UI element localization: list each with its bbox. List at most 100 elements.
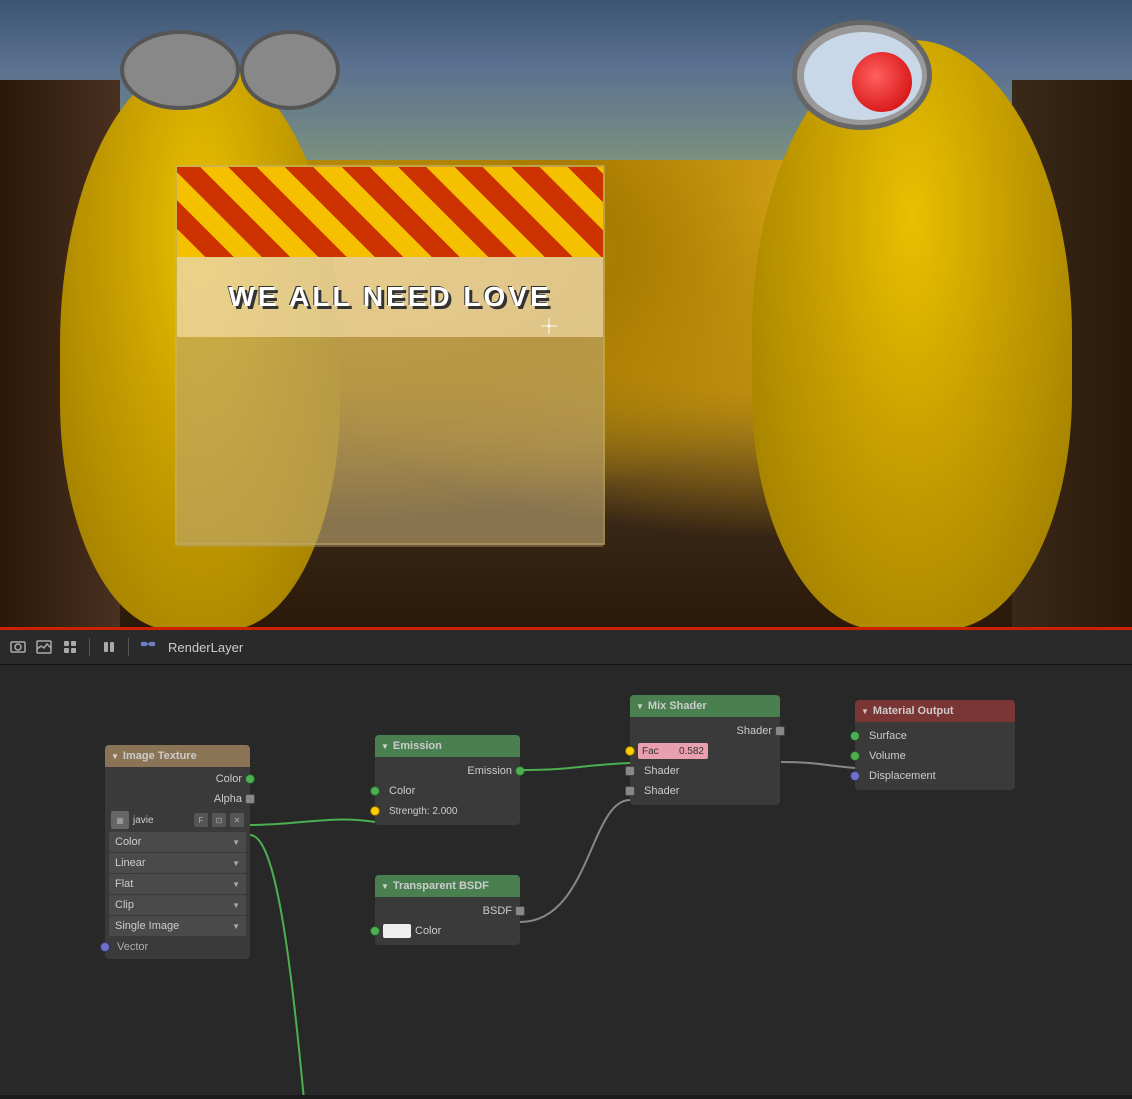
socket-mix-fac-in[interactable] bbox=[625, 746, 635, 756]
mix-fac-input: Fac 0.582 bbox=[630, 741, 780, 761]
interpolation-label: Linear bbox=[115, 857, 146, 869]
toolbar: RenderLayer bbox=[0, 630, 1132, 665]
projection-dropdown[interactable]: Flat ▼ bbox=[109, 874, 246, 894]
projection-label: Flat bbox=[115, 878, 133, 890]
slot-icon[interactable] bbox=[60, 637, 80, 657]
node-mix-shader-body: Shader Fac 0.582 Shader Shader bbox=[630, 717, 780, 805]
mix-shader1-input: Shader bbox=[630, 761, 780, 781]
sign-bottom bbox=[177, 337, 603, 547]
color-swatch-transparent[interactable] bbox=[383, 924, 411, 938]
socket-color-out[interactable] bbox=[245, 774, 255, 784]
socket-mix-shader-out[interactable] bbox=[775, 726, 785, 736]
fake-button-x[interactable]: ✕ bbox=[230, 813, 244, 827]
sign-top-stripes bbox=[177, 167, 603, 257]
color-space-dropdown[interactable]: Color ▼ bbox=[109, 832, 246, 852]
displacement-label: Displacement bbox=[863, 770, 936, 782]
emission-output: Emission bbox=[375, 761, 520, 781]
node-material-output-body: Surface Volume Displacement bbox=[855, 722, 1015, 790]
socket-transparent-color-in[interactable] bbox=[370, 926, 380, 936]
node-transparent-bsdf-body: BSDF Color bbox=[375, 897, 520, 945]
filename-label: javie bbox=[133, 815, 190, 826]
camera-render-icon[interactable] bbox=[8, 637, 28, 657]
sign-main-text: WE ALL NEED LOVE bbox=[228, 281, 551, 313]
node-emission-body: Emission Color Strength: 2.000 bbox=[375, 757, 520, 825]
socket-vector-in[interactable] bbox=[100, 942, 110, 952]
node-render-icon[interactable] bbox=[138, 637, 158, 657]
node-mix-shader-header: ▼ Mix Shader bbox=[630, 695, 780, 717]
toolbar-divider-1 bbox=[89, 638, 90, 656]
mix-shader-output: Shader bbox=[630, 721, 780, 741]
dropdown-arrow-proj: ▼ bbox=[232, 880, 240, 889]
left-goggle-left bbox=[120, 30, 240, 110]
collapse-arrow-mix[interactable]: ▼ bbox=[636, 702, 644, 711]
fac-label: Fac bbox=[642, 746, 659, 757]
crosshair bbox=[541, 318, 557, 334]
right-eye-red bbox=[852, 52, 912, 112]
node-material-output[interactable]: ▼ Material Output Surface Volume Displac… bbox=[855, 700, 1015, 790]
emission-color-label: Color bbox=[383, 785, 415, 797]
node-emission-title: Emission bbox=[393, 740, 442, 752]
socket-bsdf-out[interactable] bbox=[515, 906, 525, 916]
interpolation-dropdown[interactable]: Linear ▼ bbox=[109, 853, 246, 873]
bsdf-output-label: BSDF bbox=[483, 905, 512, 917]
socket-mix-shader2-in[interactable] bbox=[625, 786, 635, 796]
node-transparent-bsdf[interactable]: ▼ Transparent BSDF BSDF Color bbox=[375, 875, 520, 945]
collapse-arrow-transparent[interactable]: ▼ bbox=[381, 882, 389, 891]
node-material-output-header: ▼ Material Output bbox=[855, 700, 1015, 722]
extension-label: Clip bbox=[115, 899, 134, 911]
socket-emission-out[interactable] bbox=[515, 766, 525, 776]
right-minion-body bbox=[752, 40, 1072, 630]
node-transparent-bsdf-title: Transparent BSDF bbox=[393, 880, 489, 892]
socket-volume-in[interactable] bbox=[850, 751, 860, 761]
node-emission[interactable]: ▼ Emission Emission Color Strength: 2.00… bbox=[375, 735, 520, 825]
emission-output-label: Emission bbox=[467, 765, 512, 777]
node-mix-shader-title: Mix Shader bbox=[648, 700, 707, 712]
render-bottom-border bbox=[0, 627, 1132, 630]
crosshair-dot bbox=[548, 325, 551, 328]
extension-dropdown[interactable]: Clip ▼ bbox=[109, 895, 246, 915]
dropdown-arrow-ext: ▼ bbox=[232, 901, 240, 910]
socket-emission-strength-in[interactable] bbox=[370, 806, 380, 816]
emission-strength-label: Strength: 2.000 bbox=[383, 806, 457, 817]
node-editor[interactable]: ▼ Image Texture Color Alpha ▦ javie F ⊡ … bbox=[0, 665, 1132, 1095]
transparent-color-label: Color bbox=[415, 925, 441, 937]
socket-alpha-out[interactable] bbox=[245, 794, 255, 804]
mix-shader2-input: Shader bbox=[630, 781, 780, 801]
alpha-output-label: Alpha bbox=[214, 793, 242, 805]
node-material-output-title: Material Output bbox=[873, 705, 954, 717]
collapse-arrow-material[interactable]: ▼ bbox=[861, 707, 869, 716]
left-goggle-right bbox=[240, 30, 340, 110]
sign-text-area: WE ALL NEED LOVE bbox=[177, 257, 603, 337]
image-texture-alpha-output: Alpha bbox=[105, 789, 250, 809]
displacement-input: Displacement bbox=[855, 766, 1015, 786]
socket-surface-in[interactable] bbox=[850, 731, 860, 741]
socket-displacement-in[interactable] bbox=[850, 771, 860, 781]
socket-mix-shader1-in[interactable] bbox=[625, 766, 635, 776]
vector-input-row: Vector bbox=[105, 937, 250, 957]
image-view-icon[interactable] bbox=[34, 637, 54, 657]
node-image-texture[interactable]: ▼ Image Texture Color Alpha ▦ javie F ⊡ … bbox=[105, 745, 250, 959]
mix-shader1-label: Shader bbox=[638, 765, 679, 777]
mix-shader-output-label: Shader bbox=[737, 725, 772, 737]
emission-strength-input: Strength: 2.000 bbox=[375, 801, 520, 821]
image-thumbnail: ▦ bbox=[111, 811, 129, 829]
render-viewport: WE ALL NEED LOVE bbox=[0, 0, 1132, 630]
pause-icon[interactable] bbox=[99, 637, 119, 657]
color-output-label: Color bbox=[216, 773, 242, 785]
surface-label: Surface bbox=[863, 730, 907, 742]
render-layer-label: RenderLayer bbox=[168, 640, 243, 655]
sign-container: WE ALL NEED LOVE bbox=[175, 165, 605, 545]
fake-button-f[interactable]: F bbox=[194, 813, 208, 827]
node-image-texture-body: Color Alpha ▦ javie F ⊡ ✕ Color ▼ bbox=[105, 767, 250, 959]
collapse-arrow-emission[interactable]: ▼ bbox=[381, 742, 389, 751]
collapse-arrow-image-texture[interactable]: ▼ bbox=[111, 752, 119, 761]
fac-value-field[interactable]: Fac 0.582 bbox=[638, 743, 708, 759]
image-file-row: ▦ javie F ⊡ ✕ bbox=[105, 809, 250, 831]
node-mix-shader[interactable]: ▼ Mix Shader Shader Fac 0.582 Shader bbox=[630, 695, 780, 805]
dropdown-arrow-interp: ▼ bbox=[232, 859, 240, 868]
source-label: Single Image bbox=[115, 920, 179, 932]
fake-button-img[interactable]: ⊡ bbox=[212, 813, 226, 827]
source-dropdown[interactable]: Single Image ▼ bbox=[109, 916, 246, 936]
socket-emission-color-in[interactable] bbox=[370, 786, 380, 796]
node-image-texture-title: Image Texture bbox=[123, 750, 197, 762]
